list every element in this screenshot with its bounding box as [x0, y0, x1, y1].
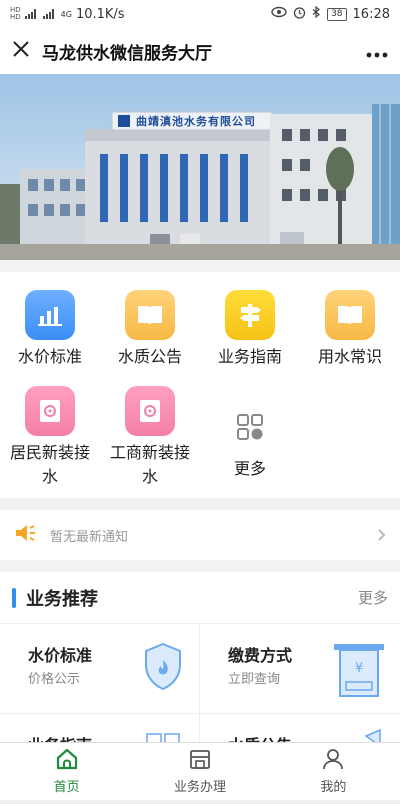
grid-item-commercial-install[interactable]: 工商新装接 水: [100, 386, 200, 489]
bottom-tab-bar: 首页 业务办理 我的: [0, 742, 400, 800]
recommend-title: 业务推荐: [26, 588, 98, 610]
network-type: 4G: [60, 9, 72, 19]
tab-profile[interactable]: 我的: [267, 743, 400, 800]
bluetooth-icon: [312, 5, 321, 23]
recommend-card-payment[interactable]: 缴费方式 立即查询 ¥: [200, 624, 400, 714]
page-title: 马龙供水微信服务大厅: [42, 43, 212, 64]
card-title: 缴费方式: [228, 646, 293, 665]
grid-label: 更多: [233, 459, 266, 478]
grid-label-line2: 水: [141, 467, 158, 486]
safe-icon: [25, 386, 75, 436]
network-speed: 10.1K/s: [75, 6, 125, 22]
grid-more-icon: [225, 402, 275, 452]
grid-label: 业务指南: [217, 347, 282, 366]
speaker-icon: [14, 523, 38, 547]
tab-label: 首页: [53, 780, 80, 795]
grid-item-residential-install[interactable]: 居民新装接 水: [0, 386, 100, 489]
tab-home[interactable]: 首页: [0, 743, 133, 800]
book-icon: [325, 290, 375, 340]
store-icon: [189, 748, 211, 774]
book-icon: [125, 290, 175, 340]
feature-grid: 水价标准 水质公告 业务指南 用水常识 居民新装接 水 工商新装接 水 更多: [0, 272, 400, 498]
tab-business[interactable]: 业务办理: [133, 743, 266, 800]
grid-label: 居民新装接 水: [0, 441, 100, 489]
bar-chart-icon: [25, 290, 75, 340]
grid-label-line2: 水: [41, 467, 58, 486]
payment-terminal-icon: ¥: [332, 638, 386, 704]
svg-text:¥: ¥: [355, 661, 363, 676]
notice-bar[interactable]: 暂无最新通知: [0, 510, 400, 560]
banner-image[interactable]: 曲靖滇池水务有限公司: [0, 74, 400, 260]
grid-item-business-guide[interactable]: 业务指南: [200, 290, 300, 369]
shield-flame-icon: [141, 638, 185, 698]
grid-label-line1: 工商新装接: [109, 443, 190, 462]
signal-icon: [24, 9, 39, 19]
chevron-right-icon: [378, 526, 386, 545]
grid-item-water-price[interactable]: 水价标准: [0, 290, 100, 369]
notice-text: 暂无最新通知: [50, 529, 129, 545]
clock: 16:28: [352, 6, 390, 22]
eye-icon: [271, 6, 287, 22]
grid-item-more[interactable]: 更多: [200, 402, 300, 481]
grid-label: 用水常识: [317, 347, 382, 366]
more-menu-icon[interactable]: [366, 39, 388, 63]
alarm-icon: [293, 6, 306, 23]
grid-label: 水价标准: [17, 347, 82, 366]
grid-label: 工商新装接 水: [100, 441, 200, 489]
card-title: 水价标准: [28, 646, 93, 665]
tab-label: 业务办理: [173, 780, 226, 795]
safe-icon: [125, 386, 175, 436]
card-subtitle: 立即查询: [228, 672, 281, 687]
home-icon: [56, 748, 78, 774]
recommend-header: 业务推荐 更多: [0, 572, 400, 624]
grid-item-water-quality[interactable]: 水质公告: [100, 290, 200, 369]
title-bar: 马龙供水微信服务大厅: [0, 28, 400, 74]
card-subtitle: 价格公示: [28, 672, 81, 687]
status-bar: HD HD 4G 10.1K/s 38 16:28: [0, 0, 400, 28]
status-left: HD HD 4G 10.1K/s: [10, 7, 125, 22]
grid-item-water-knowledge[interactable]: 用水常识: [300, 290, 400, 369]
close-icon[interactable]: [12, 40, 34, 63]
recommend-section: 业务推荐 更多 水价标准 价格公示 缴费方式 立即查询 ¥ 业务指南 水质公告: [0, 572, 400, 804]
battery-icon: 38: [327, 7, 347, 21]
recommend-more-link[interactable]: 更多: [358, 587, 388, 608]
grid-label: 水质公告: [117, 347, 182, 366]
grid-label-line1: 居民新装接: [9, 443, 90, 462]
recommend-card-water-price[interactable]: 水价标准 价格公示: [0, 624, 200, 714]
user-icon: [322, 748, 344, 774]
sim2-label: HD: [10, 13, 21, 21]
tab-label: 我的: [320, 780, 347, 795]
status-right: 38 16:28: [271, 5, 390, 23]
sim-indicators: HD HD: [10, 7, 21, 21]
section-accent-bar: [12, 587, 16, 608]
signal-icon-2: [42, 9, 57, 19]
signpost-icon: [225, 290, 275, 340]
banner-sign-text: 曲靖滇池水务有限公司: [136, 115, 256, 128]
